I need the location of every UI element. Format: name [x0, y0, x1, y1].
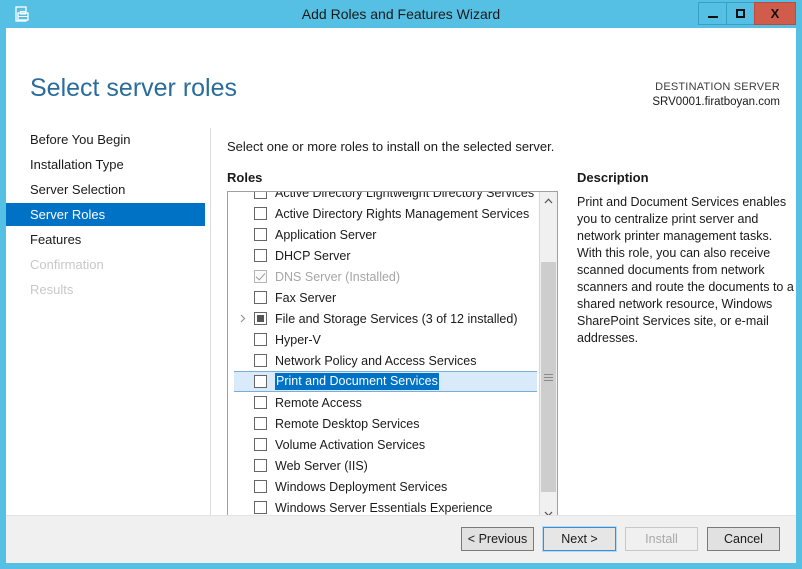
maximize-button[interactable]	[726, 2, 755, 25]
role-label: DHCP Server	[275, 248, 351, 263]
role-checkbox[interactable]	[254, 312, 267, 325]
maximize-icon	[736, 9, 745, 18]
role-row[interactable]: Remote Access	[228, 392, 539, 413]
role-row[interactable]: Web Server (IIS)	[228, 455, 539, 476]
sidebar-item-confirmation: Confirmation	[30, 257, 104, 272]
role-checkbox[interactable]	[254, 354, 267, 367]
role-label: Remote Desktop Services	[275, 416, 420, 431]
role-row[interactable]: Active Directory Lightweight Directory S…	[228, 192, 539, 203]
minimize-button[interactable]	[698, 2, 727, 25]
close-button[interactable]: X	[754, 2, 796, 25]
wizard-footer: < Previous Next > Install Cancel	[6, 515, 796, 563]
role-label: Windows Server Essentials Experience	[275, 500, 493, 515]
role-row[interactable]: Fax Server	[228, 287, 539, 308]
description-label: Description	[577, 170, 649, 185]
install-button: Install	[625, 527, 698, 551]
role-label: File and Storage Services (3 of 12 insta…	[275, 311, 518, 326]
role-label: Hyper-V	[275, 332, 321, 347]
sidebar-item-installation-type[interactable]: Installation Type	[6, 153, 210, 176]
destination-server-name: SRV0001.firatboyan.com	[652, 96, 780, 108]
role-checkbox[interactable]	[254, 375, 267, 388]
role-checkbox[interactable]	[254, 291, 267, 304]
role-row[interactable]: DNS Server (Installed)	[228, 266, 539, 287]
title-bar: Add Roles and Features Wizard X	[6, 0, 796, 28]
previous-button[interactable]: < Previous	[461, 527, 534, 551]
role-checkbox[interactable]	[254, 396, 267, 409]
client-area: Select server roles DESTINATION SERVER S…	[6, 28, 796, 563]
role-label: Web Server (IIS)	[275, 458, 368, 473]
role-label: Network Policy and Access Services	[275, 353, 477, 368]
scrollbar-thumb[interactable]	[541, 262, 556, 492]
role-checkbox[interactable]	[254, 192, 267, 199]
role-checkbox	[254, 270, 267, 283]
destination-server-label: DESTINATION SERVER	[655, 81, 780, 93]
role-label: Remote Access	[275, 395, 362, 410]
destination-server-block: DESTINATION SERVER SRV0001.firatboyan.co…	[652, 80, 780, 110]
role-checkbox[interactable]	[254, 459, 267, 472]
roles-list-box[interactable]: Active Directory Lightweight Directory S…	[227, 191, 558, 523]
role-label: Application Server	[275, 227, 377, 242]
sidebar-item-before-you-begin[interactable]: Before You Begin	[6, 128, 210, 151]
description-text: Print and Document Services enables you …	[577, 195, 794, 345]
role-row[interactable]: Active Directory Rights Management Servi…	[228, 203, 539, 224]
next-button[interactable]: Next >	[542, 526, 617, 552]
role-row[interactable]: Windows Deployment Services	[228, 476, 539, 497]
minimize-icon	[707, 15, 718, 18]
role-label: Fax Server	[275, 290, 337, 305]
role-checkbox[interactable]	[254, 438, 267, 451]
role-checkbox[interactable]	[254, 501, 267, 514]
role-row[interactable]: File and Storage Services (3 of 12 insta…	[228, 308, 539, 329]
role-row[interactable]: Network Policy and Access Services	[228, 350, 539, 371]
role-checkbox[interactable]	[254, 480, 267, 493]
role-label: Print and Document Services	[275, 373, 439, 390]
roles-list-label: Roles	[227, 170, 263, 185]
expand-arrow-icon[interactable]	[236, 314, 250, 323]
role-checkbox[interactable]	[254, 228, 267, 241]
page-title: Select server roles	[30, 74, 238, 102]
role-label: Volume Activation Services	[275, 437, 426, 452]
window-title: Add Roles and Features Wizard	[301, 6, 501, 22]
role-label: Active Directory Rights Management Servi…	[275, 206, 530, 221]
window-controls: X	[698, 2, 796, 26]
server-manager-icon	[8, 0, 36, 28]
role-row[interactable]: Volume Activation Services	[228, 434, 539, 455]
role-row[interactable]: DHCP Server	[228, 245, 539, 266]
role-row[interactable]: Hyper-V	[228, 329, 539, 350]
role-label: Active Directory Lightweight Directory S…	[275, 192, 535, 200]
roles-list-items: Active Directory Lightweight Directory S…	[228, 192, 539, 518]
roles-list-scrollbar[interactable]	[539, 192, 557, 522]
role-row[interactable]: Print and Document Services	[234, 371, 537, 392]
scrollbar-grip-icon	[544, 373, 553, 381]
sidebar-item-server-roles[interactable]: Server Roles	[6, 203, 205, 226]
role-row[interactable]: Remote Desktop Services	[228, 413, 539, 434]
instruction-text: Select one or more roles to install on t…	[227, 139, 555, 154]
role-label: Windows Deployment Services	[275, 479, 448, 494]
page-header: Select server roles DESTINATION SERVER S…	[6, 28, 796, 108]
footer-buttons: < Previous Next > Install Cancel	[461, 526, 780, 552]
role-checkbox[interactable]	[254, 207, 267, 220]
sidebar-item-results: Results	[30, 282, 74, 297]
role-checkbox[interactable]	[254, 249, 267, 262]
role-checkbox[interactable]	[254, 417, 267, 430]
sidebar-item-features[interactable]: Features	[6, 228, 210, 251]
wizard-window: Add Roles and Features Wizard X Select s…	[0, 0, 802, 569]
cancel-button[interactable]: Cancel	[707, 527, 780, 551]
scroll-up-button[interactable]	[540, 192, 557, 209]
role-label: DNS Server (Installed)	[275, 269, 401, 284]
roles-list-viewport: Active Directory Lightweight Directory S…	[228, 192, 539, 522]
role-row[interactable]: Application Server	[228, 224, 539, 245]
role-checkbox[interactable]	[254, 333, 267, 346]
sidebar-item-server-selection[interactable]: Server Selection	[6, 178, 210, 201]
wizard-navigation: Before You Begin Installation Type Server …	[6, 128, 211, 524]
